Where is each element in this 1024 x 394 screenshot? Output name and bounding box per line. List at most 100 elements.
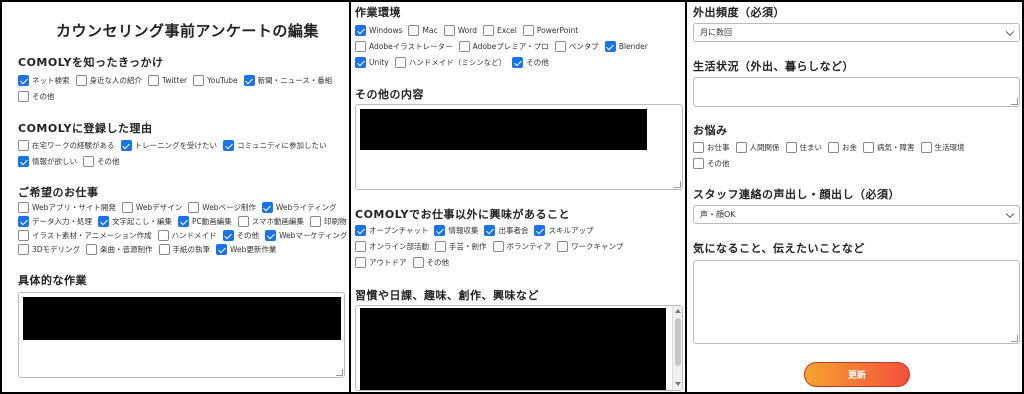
checkbox-unchecked[interactable] — [458, 41, 470, 52]
checkbox-option[interactable]: アウトドア — [355, 257, 407, 268]
checkbox-unchecked[interactable] — [785, 142, 797, 153]
checkbox-option[interactable]: Webライティング — [261, 202, 337, 213]
checkbox-unchecked[interactable] — [188, 202, 200, 213]
checkbox-option[interactable]: 印刷物デザイン — [310, 216, 347, 227]
hobbies-textarea[interactable] — [355, 305, 683, 391]
checkbox-option[interactable]: 病気・障害 — [863, 142, 915, 153]
checkbox-unchecked[interactable] — [693, 158, 704, 169]
checkbox-unchecked[interactable] — [18, 230, 29, 241]
checkbox-option[interactable]: Webデザイン — [121, 202, 182, 213]
checkbox-checked[interactable] — [265, 230, 277, 241]
checkbox-checked[interactable] — [604, 41, 616, 52]
checkbox-option[interactable]: Webページ制作 — [188, 202, 256, 213]
checkbox-unchecked[interactable] — [920, 142, 932, 153]
checkbox-unchecked[interactable] — [443, 25, 455, 36]
checkbox-option[interactable]: 文字起こし・編集 — [98, 216, 172, 227]
checkbox-option[interactable]: 身近な人の紹介 — [75, 75, 142, 86]
checkbox-option[interactable]: 在宅ワークの経験がある — [18, 140, 115, 151]
comments-textarea[interactable] — [693, 260, 1020, 344]
checkbox-option[interactable]: オープンチャット — [355, 225, 428, 236]
checkbox-checked[interactable] — [178, 216, 189, 227]
checkbox-option[interactable]: Excel — [482, 25, 517, 36]
checkbox-option[interactable]: お仕事 — [693, 142, 730, 153]
checkbox-option[interactable]: 手紙の執筆 — [158, 244, 210, 255]
checkbox-option[interactable]: ハンドメイド — [157, 230, 217, 241]
checkbox-unchecked[interactable] — [828, 142, 839, 153]
scrollbar[interactable] — [672, 306, 682, 390]
checkbox-checked[interactable] — [534, 225, 546, 236]
checkbox-unchecked[interactable] — [86, 244, 98, 255]
checkbox-option[interactable]: Twitter — [148, 75, 187, 86]
checkbox-option[interactable]: ハンドメイド（ミシンなど） — [394, 57, 506, 68]
checkbox-option[interactable]: トレーニングを受けたい — [120, 140, 217, 151]
checkbox-unchecked[interactable] — [408, 25, 420, 36]
checkbox-unchecked[interactable] — [83, 156, 94, 167]
checkbox-unchecked[interactable] — [435, 241, 446, 252]
checkbox-checked[interactable] — [98, 216, 109, 227]
checkbox-option[interactable]: ワークキャンプ — [557, 241, 623, 252]
checkbox-unchecked[interactable] — [18, 140, 29, 151]
checkbox-option[interactable]: コミュニティに参加したい — [223, 140, 327, 151]
checkbox-checked[interactable] — [484, 225, 496, 236]
checkbox-checked[interactable] — [434, 225, 446, 236]
checkbox-option[interactable]: 住まい — [785, 142, 822, 153]
checkbox-unchecked[interactable] — [237, 216, 249, 227]
checkbox-option[interactable]: 3Dモデリング — [18, 244, 80, 255]
checkbox-option[interactable]: ボランティア — [492, 241, 551, 252]
checkbox-unchecked[interactable] — [75, 75, 87, 86]
checkbox-option[interactable]: ネット検索 — [18, 75, 70, 86]
checkbox-option[interactable]: PC動画編集 — [178, 216, 232, 227]
checkbox-checked[interactable] — [355, 25, 366, 36]
scroll-up-icon[interactable] — [674, 309, 681, 313]
checkbox-option[interactable]: 情報が欲しい — [18, 156, 77, 167]
checkbox-unchecked[interactable] — [522, 25, 534, 36]
checkbox-unchecked[interactable] — [394, 57, 406, 68]
specific-work-textarea[interactable] — [18, 292, 345, 378]
checkbox-checked[interactable] — [223, 140, 234, 151]
resize-handle[interactable] — [1011, 98, 1018, 105]
checkbox-option[interactable]: お金 — [828, 142, 857, 153]
checkbox-option[interactable]: Word — [443, 25, 477, 36]
checkbox-option[interactable]: Adobeイラストレーター — [355, 41, 453, 52]
checkbox-option[interactable]: 出事者会 — [484, 225, 528, 236]
checkbox-option[interactable]: Web更新作業 — [216, 244, 276, 255]
checkbox-unchecked[interactable] — [492, 241, 504, 252]
checkbox-unchecked[interactable] — [693, 142, 704, 153]
checkbox-option[interactable]: 生活環境 — [920, 142, 965, 153]
resize-handle[interactable] — [336, 369, 343, 376]
checkbox-checked[interactable] — [120, 140, 132, 151]
checkbox-checked[interactable] — [355, 57, 366, 68]
staff-contact-select[interactable]: 声・顔OK — [693, 205, 1020, 224]
checkbox-option[interactable]: 情報収集 — [434, 225, 478, 236]
checkbox-unchecked[interactable] — [355, 41, 366, 52]
checkbox-option[interactable]: その他 — [222, 230, 259, 241]
checkbox-option[interactable]: YouTube — [193, 75, 238, 86]
checkbox-unchecked[interactable] — [148, 75, 159, 86]
checkbox-checked[interactable] — [18, 75, 29, 86]
checkbox-checked[interactable] — [512, 57, 524, 68]
checkbox-unchecked[interactable] — [310, 216, 322, 227]
checkbox-option[interactable]: イラスト素材・アニメーション作成 — [18, 230, 152, 241]
checkbox-unchecked[interactable] — [863, 142, 874, 153]
scroll-down-icon[interactable] — [674, 382, 681, 386]
update-button[interactable]: 更新 — [804, 362, 910, 387]
checkbox-option[interactable]: Webアプリ・サイト開発 — [18, 202, 116, 213]
checkbox-option[interactable]: Blender — [604, 41, 648, 52]
checkbox-option[interactable]: Mac — [408, 25, 438, 36]
checkbox-option[interactable]: 手芸・創作 — [435, 241, 487, 252]
checkbox-unchecked[interactable] — [412, 257, 424, 268]
checkbox-checked[interactable] — [222, 230, 234, 241]
checkbox-checked[interactable] — [18, 216, 29, 227]
checkbox-unchecked[interactable] — [735, 142, 747, 153]
checkbox-unchecked[interactable] — [121, 202, 133, 213]
checkbox-option[interactable]: 新聞・ニュース・番組 — [243, 75, 332, 86]
scrollbar-thumb[interactable] — [674, 318, 681, 366]
checkbox-option[interactable]: PowerPoint — [522, 25, 578, 36]
checkbox-option[interactable]: スマホ動画編集 — [237, 216, 304, 227]
checkbox-unchecked[interactable] — [355, 241, 366, 252]
checkbox-checked[interactable] — [18, 156, 29, 167]
checkbox-unchecked[interactable] — [18, 202, 29, 213]
checkbox-checked[interactable] — [355, 225, 366, 236]
checkbox-checked[interactable] — [261, 202, 273, 213]
checkbox-unchecked[interactable] — [355, 257, 366, 268]
